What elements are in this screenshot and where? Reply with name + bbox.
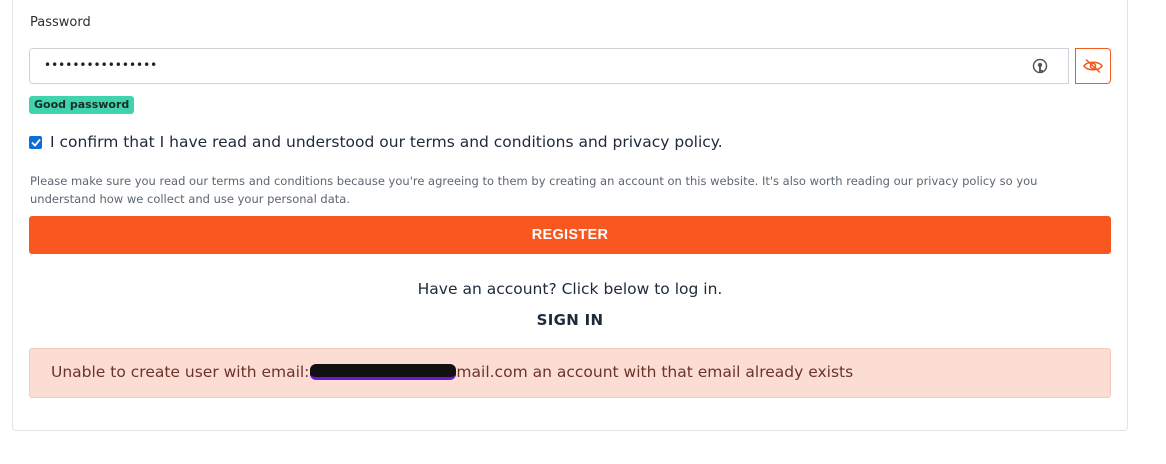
error-alert-prefix: Unable to create user with email: [51, 363, 310, 381]
error-alert: Unable to create user with email: mail.co… [29, 348, 1111, 398]
password-label: Password [30, 15, 91, 30]
password-strength-badge: Good password [29, 96, 135, 114]
error-alert-text: Unable to create user with email: mail.co… [51, 363, 853, 381]
password-input[interactable]: •••••••••••••••• [29, 48, 1069, 84]
terms-confirm-label: I confirm that I have read and understoo… [50, 133, 723, 151]
eye-slash-icon [1083, 58, 1103, 74]
login-prompt: Have an account? Click below to log in. [417, 280, 723, 298]
checkmark-icon [30, 138, 41, 147]
sign-in-link[interactable]: SIGN IN [0, 311, 1140, 329]
toggle-password-visibility-button[interactable] [1075, 48, 1111, 84]
register-button[interactable]: REGISTER [29, 216, 1111, 254]
error-alert-suffix: mail.com an account with that email alre… [456, 363, 854, 381]
terms-confirm-row: I confirm that I have read and understoo… [29, 133, 723, 151]
password-key-icon[interactable] [1032, 58, 1048, 76]
redaction-mark [310, 364, 457, 380]
terms-notice: Please make sure you read our terms and … [30, 174, 1038, 206]
password-value: •••••••••••••••• [44, 58, 158, 72]
terms-checkbox[interactable] [29, 135, 42, 149]
